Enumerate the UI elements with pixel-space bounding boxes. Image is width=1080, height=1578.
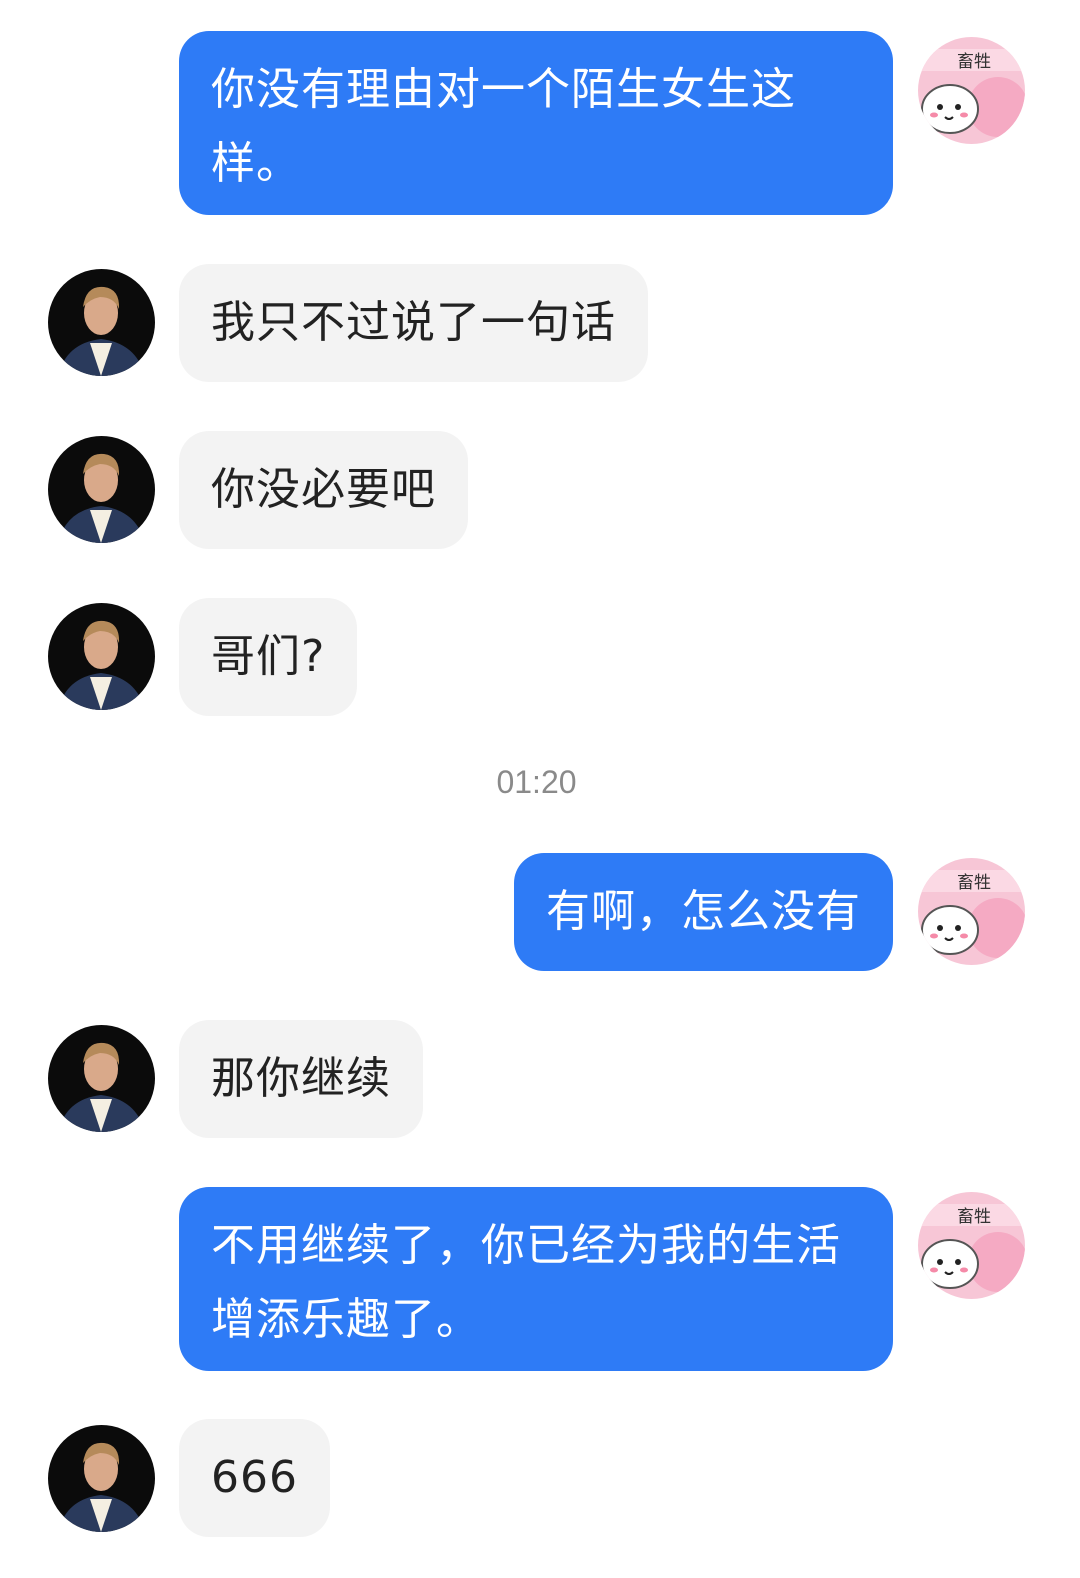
message-bubble-incoming[interactable]: 666 [179, 1419, 330, 1537]
man-portrait-icon [48, 603, 155, 710]
contact-avatar[interactable] [48, 269, 155, 376]
avatar-label: 畜牲 [957, 873, 991, 893]
message-text: 有啊，怎么没有 [546, 886, 861, 937]
self-avatar[interactable]: 畜牲 [918, 37, 1025, 144]
message-bubble-outgoing[interactable]: 有啊，怎么没有 [514, 853, 893, 971]
message-text: 666 [211, 1452, 298, 1503]
message-bubble-incoming[interactable]: 那你继续 [179, 1020, 423, 1138]
contact-avatar[interactable] [48, 603, 155, 710]
message-text: 你没有理由对一个陌生女生这样。 [211, 64, 796, 189]
message-bubble-incoming[interactable]: 我只不过说了一句话 [179, 264, 648, 382]
man-portrait-icon [48, 1025, 155, 1132]
message-bubble-incoming[interactable]: 哥们? [179, 598, 358, 716]
contact-avatar[interactable] [48, 1425, 155, 1532]
man-portrait-icon [48, 1425, 155, 1532]
message-text: 我只不过说了一句话 [211, 297, 616, 348]
pink-hamster-sticker-icon: 畜牲 [918, 1192, 1025, 1299]
man-portrait-icon [48, 269, 155, 376]
pink-hamster-sticker-icon: 畜牲 [918, 858, 1025, 965]
chat-timestamp: 01:20 [496, 764, 577, 800]
man-portrait-icon [48, 436, 155, 543]
message-bubble-outgoing[interactable]: 不用继续了，你已经为我的生活增添乐趣了。 [179, 1187, 893, 1371]
contact-avatar[interactable] [48, 436, 155, 543]
avatar-label: 畜牲 [957, 52, 991, 72]
message-bubble-outgoing[interactable]: 你没有理由对一个陌生女生这样。 [179, 31, 893, 215]
message-text: 不用继续了，你已经为我的生活增添乐趣了。 [211, 1220, 841, 1345]
pink-hamster-sticker-icon: 畜牲 [918, 37, 1025, 144]
self-avatar[interactable]: 畜牲 [918, 1192, 1025, 1299]
message-text: 那你继续 [211, 1053, 391, 1104]
message-text: 哥们? [211, 631, 326, 682]
avatar-label: 畜牲 [957, 1207, 991, 1227]
contact-avatar[interactable] [48, 1025, 155, 1132]
message-bubble-incoming[interactable]: 你没必要吧 [179, 431, 468, 549]
message-text: 你没必要吧 [211, 464, 436, 515]
self-avatar[interactable]: 畜牲 [918, 858, 1025, 965]
